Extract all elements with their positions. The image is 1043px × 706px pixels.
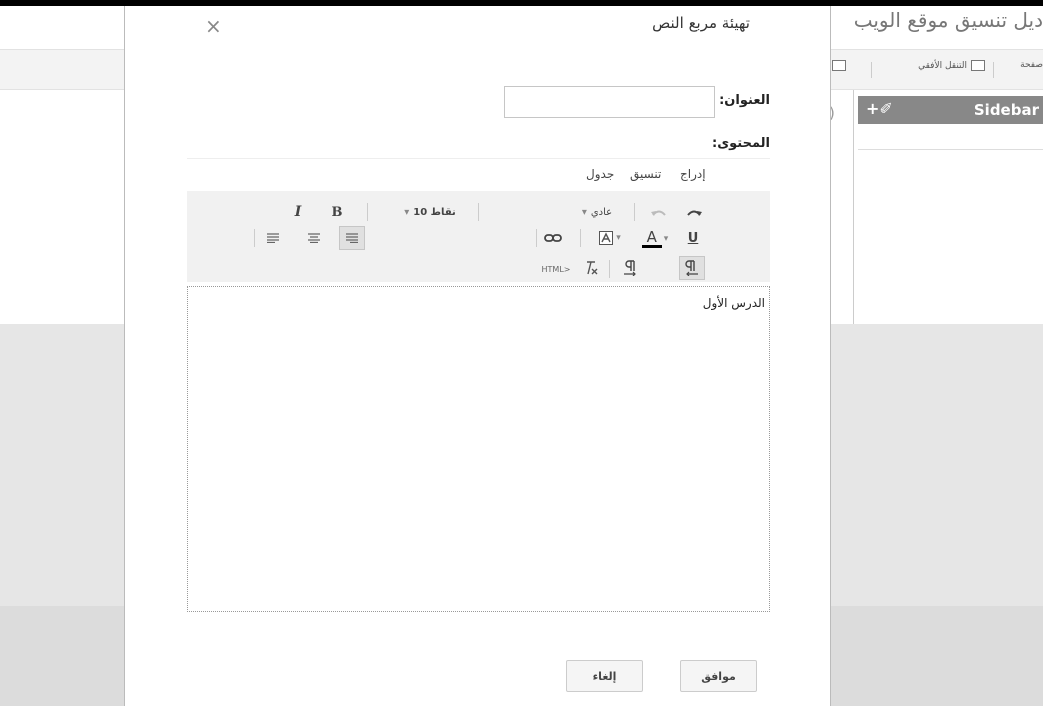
chevron-down-icon: ▾ [404, 206, 410, 218]
toolbar-divider [536, 229, 537, 247]
chevron-down-icon: ▾ [581, 206, 587, 218]
paragraph-ltr-icon [623, 260, 637, 276]
title-label: العنوان: [719, 93, 770, 108]
toolbar-divider [367, 203, 368, 221]
align-center-button[interactable] [302, 227, 326, 249]
sidebar-gadget-header[interactable]: +✐ Sidebar [858, 96, 1043, 124]
ok-button[interactable]: موافق [680, 660, 757, 692]
dialog-title: تهيئة مربع النص [652, 14, 750, 32]
toolbar-divider [254, 229, 255, 247]
align-left-icon [266, 233, 280, 243]
menu-table[interactable]: جدول [586, 167, 614, 181]
align-left-button[interactable] [261, 227, 285, 249]
screen: دیل تنسیق موقع الویب صفحة التنقل الأفقي … [0, 6, 1043, 706]
font-color-swatch [641, 245, 662, 248]
align-right-icon [345, 233, 359, 243]
align-center-icon [307, 233, 321, 243]
chevron-down-icon: ▾ [616, 233, 621, 243]
layout-tool[interactable] [832, 60, 846, 71]
undo-button[interactable] [645, 202, 673, 222]
layout-icon [832, 60, 846, 71]
title-input[interactable] [504, 86, 715, 118]
toolbar-divider [634, 203, 635, 221]
redo-button[interactable] [680, 202, 708, 222]
html-button[interactable]: HTML> [538, 259, 574, 279]
clear-formatting-button[interactable] [579, 257, 601, 279]
sidebar-label: Sidebar [973, 101, 1039, 119]
horizontal-nav-tool[interactable]: التنقل الأفقي [918, 60, 985, 71]
paragraph-style-value: عادي [590, 206, 613, 218]
toolbar-divider [609, 260, 610, 278]
redo-icon [685, 207, 703, 217]
paragraph-style-dropdown[interactable]: ▾ عادي [567, 202, 627, 222]
page-layout-tool[interactable]: صفحة [1020, 60, 1043, 70]
highlight-color-button[interactable]: ▾ [593, 227, 627, 249]
link-button[interactable] [540, 227, 566, 249]
menu-insert[interactable]: إدراج [680, 167, 706, 181]
menu-format[interactable]: تنسيق [630, 167, 661, 181]
background-page-title: دیل تنسیق موقع الویب [853, 8, 1043, 32]
bold-button[interactable]: B [328, 202, 346, 222]
italic-button[interactable]: I [289, 202, 307, 222]
content-editor[interactable]: الدرس الأول [187, 286, 770, 612]
horizontal-nav-label: التنقل الأفقي [918, 60, 967, 71]
highlight-icon [599, 231, 614, 245]
font-color-icon: A [641, 228, 662, 248]
content-label: المحتوى: [712, 136, 770, 151]
chevron-down-icon: ▾ [663, 234, 669, 244]
font-color-letter: A [646, 228, 657, 246]
sidebar-panel [853, 90, 1043, 324]
clear-formatting-icon [581, 260, 599, 276]
layout-icon [971, 60, 985, 71]
editor-menubar: إدراج تنسيق جدول [187, 158, 770, 191]
editor-toolbar: I B ▾ 10 نقاط ▾ عادي ▾ A ▾ U HTML> [187, 191, 770, 282]
underline-button[interactable]: U [683, 227, 703, 249]
page-layout-label: صفحة [1020, 60, 1043, 70]
rtl-direction-button[interactable] [679, 256, 705, 280]
toolbar-divider [478, 203, 479, 221]
cancel-button[interactable]: إلغاء [566, 660, 643, 692]
ltr-direction-button[interactable] [619, 257, 641, 279]
editor-content-text: الدرس الأول [702, 296, 765, 310]
undo-icon [650, 207, 668, 217]
toolbar-divider [993, 62, 994, 78]
link-icon [544, 233, 562, 243]
font-color-button[interactable]: A ▾ [637, 227, 673, 251]
text-box-config-dialog: تهيئة مربع النص × العنوان: المحتوى: إدرا… [124, 6, 831, 706]
close-icon[interactable]: × [205, 14, 222, 38]
toolbar-divider [580, 229, 581, 247]
sidebar-divider [858, 149, 1043, 150]
font-size-value: 10 نقاط [413, 206, 456, 218]
toolbar-divider [871, 62, 872, 78]
add-edit-icon[interactable]: +✐ [866, 99, 893, 118]
paragraph-rtl-icon [685, 260, 699, 276]
align-right-button[interactable] [339, 226, 365, 250]
font-size-dropdown[interactable]: ▾ 10 نقاط [393, 202, 467, 222]
